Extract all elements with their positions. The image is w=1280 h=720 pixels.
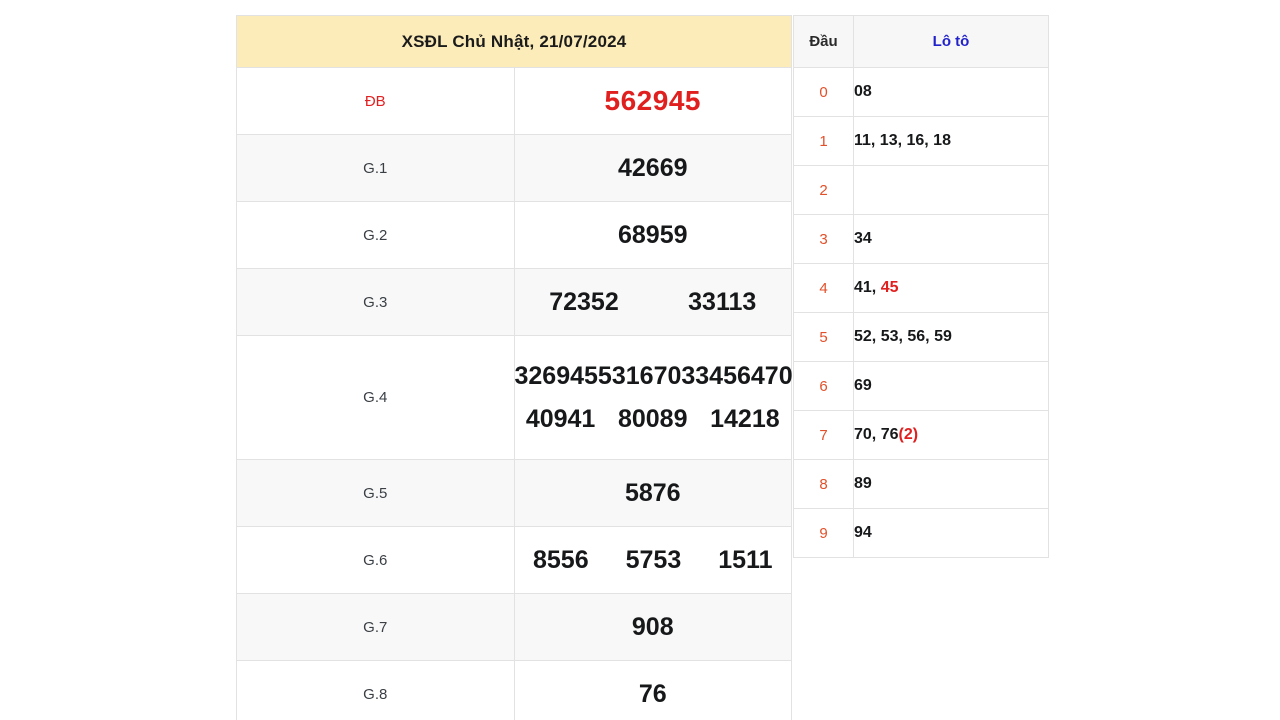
prize-label-g8: G.8	[236, 660, 515, 720]
lottery-results-page: XSĐL Chủ Nhật, 21/07/2024 ĐB 562945 G.1 …	[0, 0, 1280, 720]
loto-values-5: 52, 53, 56, 59	[853, 312, 1049, 362]
loto-value-plain: 70, 76	[854, 426, 899, 443]
prize-numbers-g4-line2: 40941 80089 14218	[515, 405, 792, 434]
loto-prefix-3: 3	[793, 214, 854, 264]
table-row: G.3 72352 33113	[236, 268, 792, 336]
table-row: G.5 5876	[236, 459, 792, 527]
prize-label-g1: G.1	[236, 134, 515, 202]
prize-numbers-g6: 8556 5753 1511	[513, 526, 792, 594]
loto-value-highlight: (2)	[898, 426, 919, 443]
prize-number: 72352	[549, 287, 619, 316]
table-row: 6 69	[793, 361, 1049, 411]
prize-number: 1511	[718, 545, 773, 574]
results-title-row: XSĐL Chủ Nhật, 21/07/2024	[236, 15, 792, 68]
prize-number: 32694	[514, 361, 585, 390]
table-row: G.1 42669	[236, 134, 792, 202]
special-prize-number: 562945	[604, 85, 701, 116]
loto-prefix-0: 0	[793, 67, 854, 117]
prize-numbers-g4: 32694 55316 70334 56470 40941 80089 1421…	[513, 335, 793, 460]
table-row: 7 70, 76(2)	[793, 410, 1049, 460]
loto-header-loto: Lô tô	[853, 15, 1049, 68]
table-row: 5 52, 53, 56, 59	[793, 312, 1049, 362]
prize-number: 55316	[584, 361, 654, 390]
loto-prefix-8: 8	[793, 459, 854, 509]
prize-numbers-g7: 908	[513, 593, 792, 661]
table-row: 0 08	[793, 67, 1049, 117]
prize-number: 56470	[723, 361, 793, 390]
prize-label-g7: G.7	[236, 593, 515, 661]
prize-numbers-db: 562945	[513, 67, 792, 135]
prize-number: 70334	[653, 361, 724, 390]
prize-numbers-g3: 72352 33113	[513, 268, 792, 336]
prize-number: 80089	[617, 404, 688, 433]
table-row: 4 41, 45	[793, 263, 1049, 313]
loto-values-4: 41, 45	[853, 263, 1049, 313]
prize-number: 33113	[688, 287, 757, 316]
table-row: G.8 76	[236, 660, 792, 720]
loto-prefix-4: 4	[793, 263, 854, 313]
table-row: 3 34	[793, 214, 1049, 264]
prize-label-g4: G.4	[236, 335, 515, 460]
loto-prefix-1: 1	[793, 116, 854, 166]
prize-label-g5: G.5	[236, 459, 515, 527]
table-row: 9 94	[793, 508, 1049, 558]
loto-values-0: 08	[853, 67, 1049, 117]
table-row: 1 11, 13, 16, 18	[793, 116, 1049, 166]
loto-values-2	[853, 165, 1049, 215]
loto-header-dau: Đầu	[793, 15, 854, 68]
loto-value-highlight: 45	[880, 279, 899, 296]
prize-number: 68959	[617, 220, 688, 249]
loto-prefix-5: 5	[793, 312, 854, 362]
prize-number: 76	[638, 679, 667, 708]
table-row: ĐB 562945	[236, 67, 792, 135]
prize-numbers-g4-line1: 32694 55316 70334 56470	[514, 361, 793, 391]
prize-number: 5876	[624, 478, 681, 507]
prize-number: 5753	[625, 545, 682, 574]
loto-values-8: 89	[853, 459, 1049, 509]
prize-number: 14218	[710, 404, 780, 433]
prize-label-g3: G.3	[236, 268, 515, 336]
loto-values-6: 69	[853, 361, 1049, 411]
loto-prefix-9: 9	[793, 508, 854, 558]
loto-summary-table: Đầu Lô tô 0 08 1 11, 13, 16, 18 2 3 34 4…	[793, 15, 1049, 558]
prize-numbers-g5: 5876	[513, 459, 792, 527]
page-title: XSĐL Chủ Nhật, 21/07/2024	[236, 15, 792, 68]
loto-value-plain: 41,	[854, 279, 881, 296]
loto-prefix-6: 6	[793, 361, 854, 411]
prize-label-g6: G.6	[236, 526, 515, 594]
prize-results-table: XSĐL Chủ Nhật, 21/07/2024 ĐB 562945 G.1 …	[236, 15, 793, 720]
loto-values-1: 11, 13, 16, 18	[853, 116, 1049, 166]
prize-numbers-g8: 76	[513, 660, 792, 720]
prize-number: 40941	[525, 404, 596, 433]
prize-number: 908	[631, 612, 674, 641]
loto-values-7: 70, 76(2)	[853, 410, 1049, 460]
prize-label-db: ĐB	[236, 67, 515, 135]
table-row: G.4 32694 55316 70334 56470 40941 80089 …	[236, 335, 793, 460]
table-row: 2	[793, 165, 1049, 215]
prize-number: 42669	[617, 153, 688, 182]
loto-values-9: 94	[853, 508, 1049, 558]
loto-prefix-7: 7	[793, 410, 854, 460]
prize-label-g2: G.2	[236, 201, 515, 269]
loto-prefix-2: 2	[793, 165, 854, 215]
table-row: G.7 908	[236, 593, 792, 661]
loto-values-3: 34	[853, 214, 1049, 264]
prize-numbers-g2: 68959	[513, 201, 792, 269]
prize-numbers-g1: 42669	[513, 134, 792, 202]
table-row: G.6 8556 5753 1511	[236, 526, 792, 594]
prize-number: 8556	[533, 545, 589, 574]
table-row: G.2 68959	[236, 201, 792, 269]
loto-header-row: Đầu Lô tô	[793, 15, 1049, 68]
table-row: 8 89	[793, 459, 1049, 509]
